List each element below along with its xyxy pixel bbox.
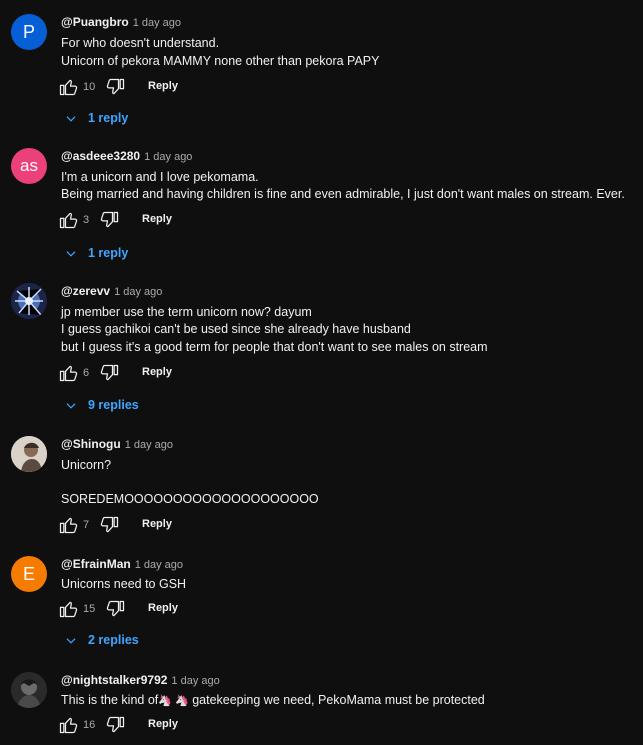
comment-text-line: SOREDEMOOOOOOOOOOOOOOOOOOOO xyxy=(61,492,319,506)
comment-text-part: gatekeeping we need, PekoMama must be pr… xyxy=(192,693,485,707)
comment-header: @Puangbro 1 day ago xyxy=(61,15,181,29)
like-button[interactable] xyxy=(58,363,80,385)
dislike-button[interactable] xyxy=(106,77,128,99)
reply-button[interactable]: Reply xyxy=(148,718,178,730)
timestamp[interactable]: 1 day ago xyxy=(135,559,183,571)
like-count: 7 xyxy=(83,519,90,531)
comment-actions: 10 Reply xyxy=(58,77,258,99)
like-button[interactable] xyxy=(58,599,80,621)
comment-text-line: I'm a unicorn and I love pekomama. xyxy=(61,170,259,184)
dislike-button[interactable] xyxy=(100,515,122,537)
comment-actions: 3 Reply xyxy=(58,210,258,232)
timestamp[interactable]: 1 day ago xyxy=(171,675,219,687)
author-name[interactable]: @zerevv xyxy=(61,284,110,298)
timestamp[interactable]: 1 day ago xyxy=(114,286,162,298)
timestamp[interactable]: 1 day ago xyxy=(125,439,173,451)
avatar-image xyxy=(11,283,47,319)
comment-text-line: I guess gachikoi can't be used since she… xyxy=(61,322,411,336)
like-count: 10 xyxy=(83,81,96,93)
like-count: 15 xyxy=(83,603,96,615)
replies-count: 9 replies xyxy=(88,398,139,412)
avatar[interactable]: E xyxy=(11,556,47,592)
thumbs-up-icon xyxy=(59,517,78,534)
timestamp[interactable]: 1 day ago xyxy=(144,151,192,163)
timestamp[interactable]: 1 day ago xyxy=(133,17,181,29)
author-name[interactable]: @nightstalker9792 xyxy=(61,673,167,687)
replies-count: 2 replies xyxy=(88,633,139,647)
comment-text-line: but I guess it's a good term for people … xyxy=(61,340,488,354)
thumbs-up-icon xyxy=(59,79,78,96)
avatar[interactable]: as xyxy=(11,148,47,184)
thumbs-up-icon xyxy=(59,717,78,734)
chevron-down-icon xyxy=(66,403,76,409)
thumbs-up-icon xyxy=(59,212,78,229)
avatar[interactable] xyxy=(11,283,47,319)
comment-header: @asdeee3280 1 day ago xyxy=(61,149,192,163)
thumbs-up-icon xyxy=(59,365,78,382)
author-name[interactable]: @Puangbro xyxy=(61,15,129,29)
dislike-button[interactable] xyxy=(106,715,128,737)
avatar[interactable]: P xyxy=(11,14,47,50)
comment-text-line: jp member use the term unicorn now? dayu… xyxy=(61,305,312,319)
comment-text-line: Being married and having children is fin… xyxy=(61,187,625,201)
comment-actions: 16 Reply xyxy=(58,715,258,737)
avatar-image xyxy=(11,672,47,708)
avatar[interactable] xyxy=(11,672,47,708)
thumbs-down-icon xyxy=(106,716,125,733)
like-button[interactable] xyxy=(58,515,80,537)
reply-button[interactable]: Reply xyxy=(148,80,178,92)
author-name[interactable]: @Shinogu xyxy=(61,437,121,451)
reply-button[interactable]: Reply xyxy=(142,518,172,530)
unicorn-emoji-icon: 🦄 🦄 xyxy=(158,695,189,707)
like-button[interactable] xyxy=(58,210,80,232)
thumbs-down-icon xyxy=(106,600,125,617)
thumbs-down-icon xyxy=(100,211,119,228)
dislike-button[interactable] xyxy=(100,363,122,385)
comment-actions: 7 Reply xyxy=(58,515,258,537)
comment-header: @Shinogu 1 day ago xyxy=(61,437,173,451)
dislike-button[interactable] xyxy=(106,599,128,621)
avatar-image xyxy=(11,436,47,472)
author-name[interactable]: @EfrainMan xyxy=(61,557,131,571)
like-button[interactable] xyxy=(58,77,80,99)
chevron-down-icon xyxy=(66,638,76,644)
thumbs-down-icon xyxy=(100,364,119,381)
like-count: 6 xyxy=(83,367,90,379)
comment-text-line: For who doesn't understand. xyxy=(61,36,220,50)
avatar[interactable] xyxy=(11,436,47,472)
comment-text-part: This is the kind of xyxy=(61,693,159,707)
replies-count: 1 reply xyxy=(88,246,129,260)
thumbs-up-icon xyxy=(59,601,78,618)
comment-header: @nightstalker9792 1 day ago xyxy=(61,673,220,687)
comment-actions: 6 Reply xyxy=(58,363,258,385)
like-button[interactable] xyxy=(58,715,80,737)
comment-actions: 15 Reply xyxy=(58,599,258,621)
comment-header: @EfrainMan 1 day ago xyxy=(61,557,183,571)
reply-button[interactable]: Reply xyxy=(142,366,172,378)
author-name[interactable]: @asdeee3280 xyxy=(61,149,140,163)
comment-header: @zerevv 1 day ago xyxy=(61,284,162,298)
like-count: 3 xyxy=(83,214,90,226)
chevron-down-icon xyxy=(66,251,76,257)
comment-text-line: Unicorn? xyxy=(61,458,112,472)
chevron-down-icon xyxy=(66,116,76,122)
reply-button[interactable]: Reply xyxy=(142,213,172,225)
comment-text-line: This is the kind of🦄 🦄 gatekeeping we ne… xyxy=(61,692,485,709)
comment-text-line: Unicorn of pekora MAMMY none other than … xyxy=(61,54,380,68)
comment-text-line: Unicorns need to GSH xyxy=(61,577,187,591)
reply-button[interactable]: Reply xyxy=(148,602,178,614)
like-count: 16 xyxy=(83,719,96,731)
replies-count: 1 reply xyxy=(88,111,129,125)
thumbs-down-icon xyxy=(100,516,119,533)
thumbs-down-icon xyxy=(106,78,125,95)
dislike-button[interactable] xyxy=(100,210,122,232)
